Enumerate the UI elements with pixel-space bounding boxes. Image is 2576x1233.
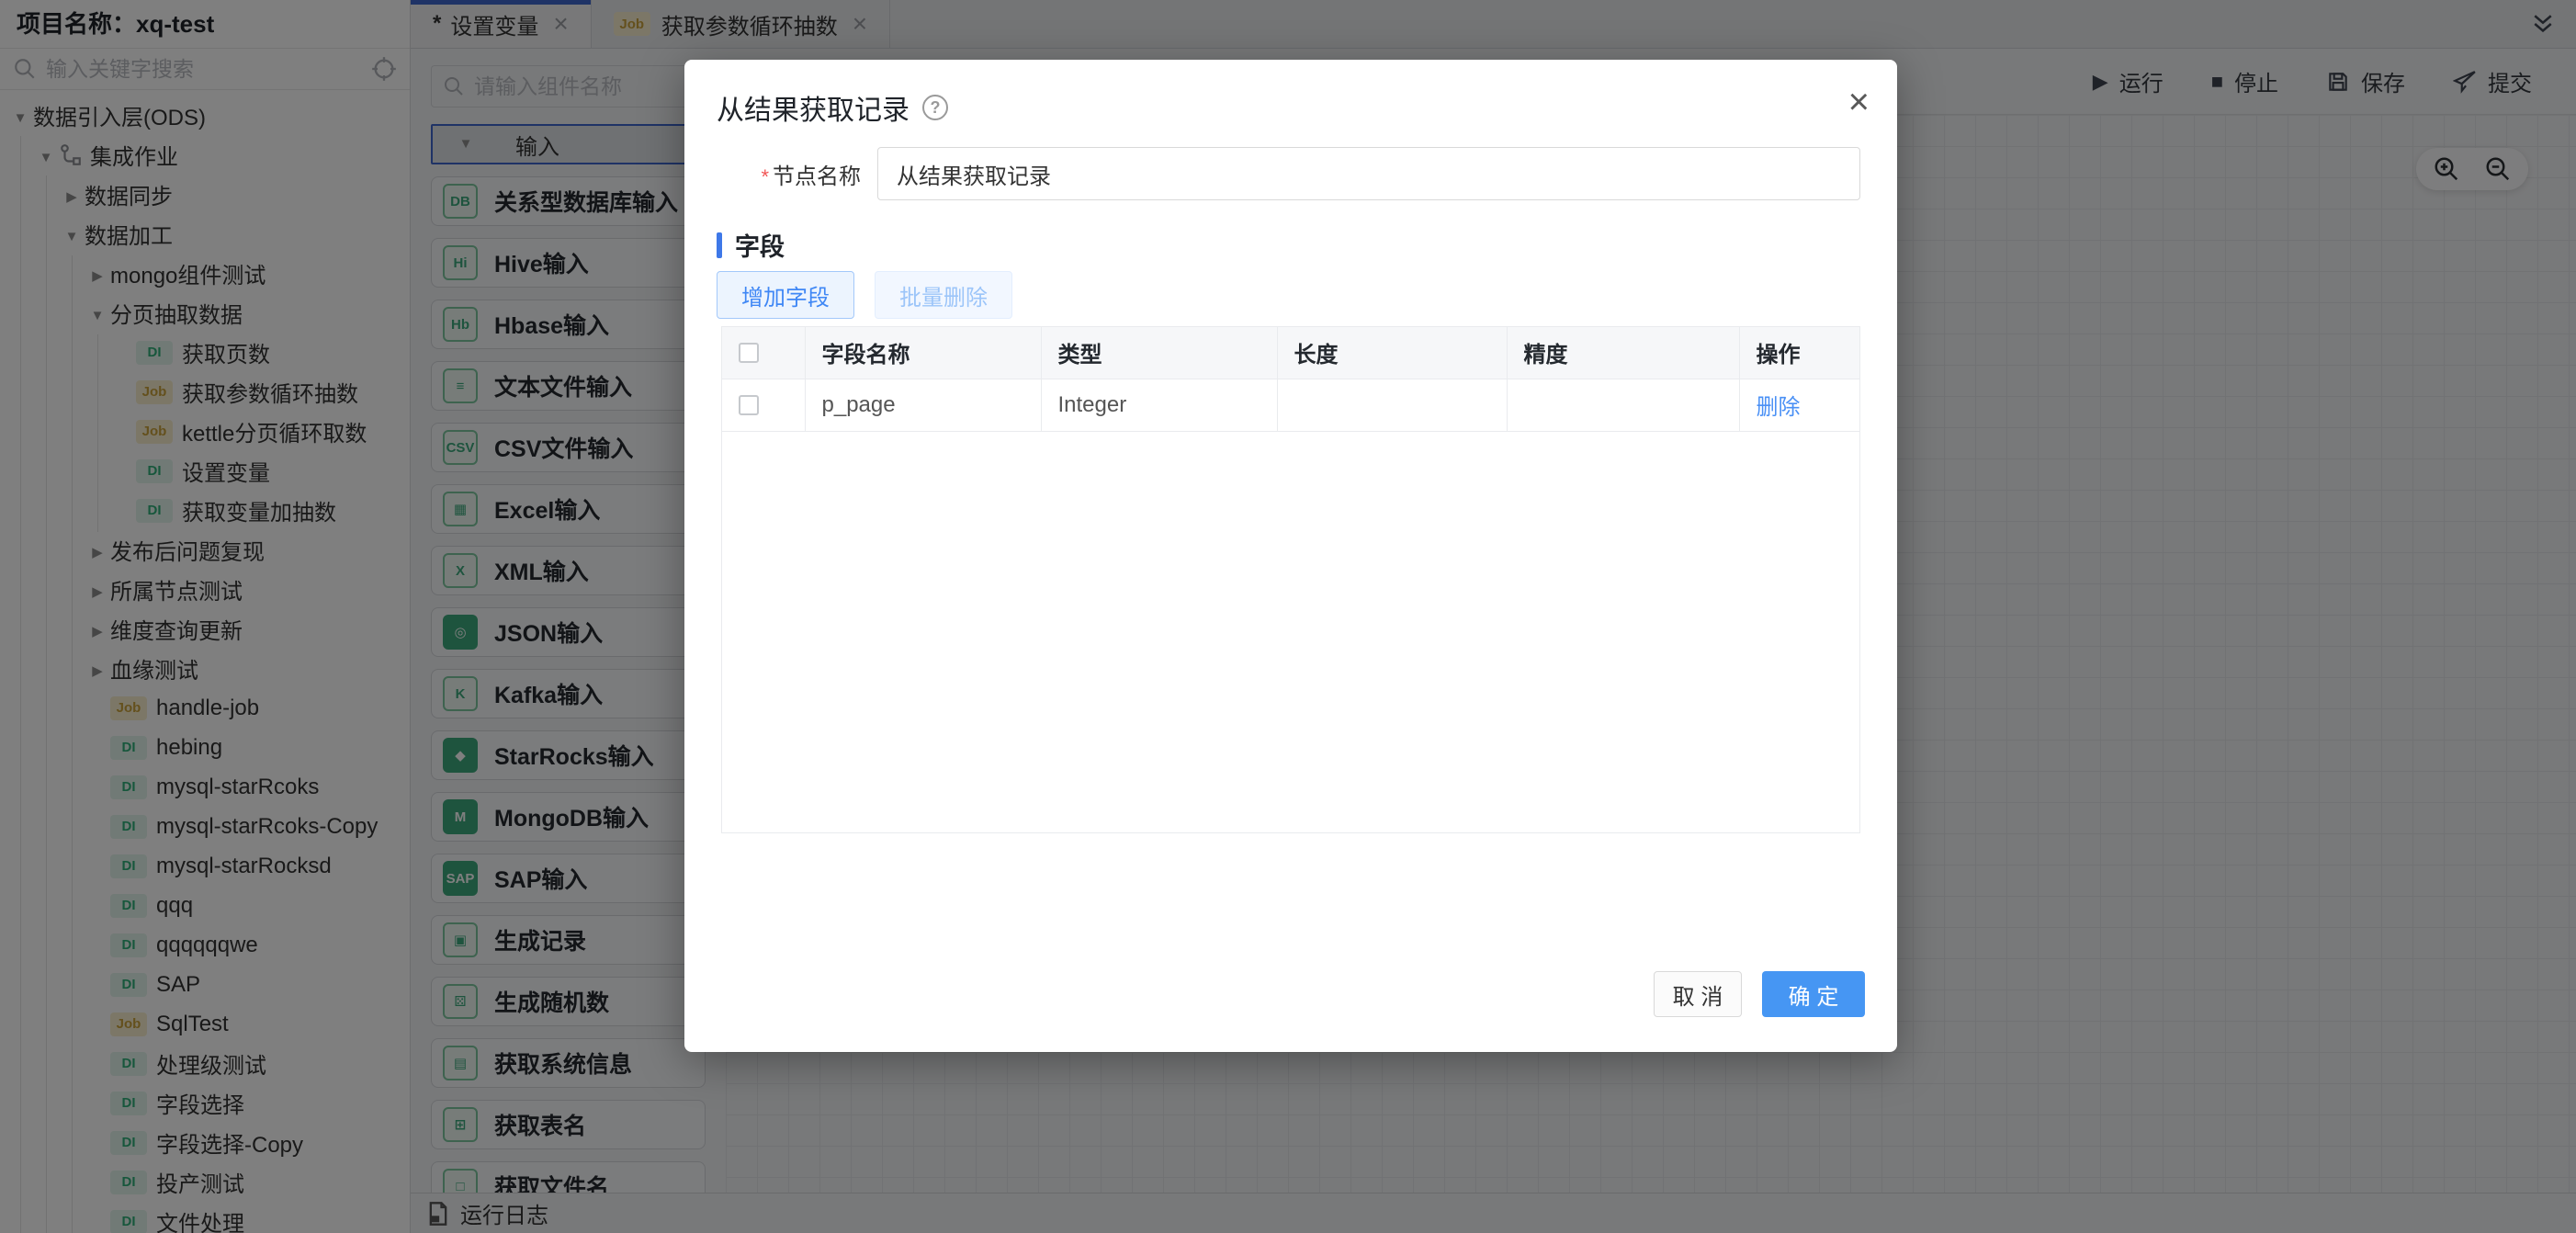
column-header-precision: 精度: [1507, 327, 1739, 379]
dialog-footer: 取 消 确 定: [1654, 971, 1865, 1017]
dialog-title-text: 从结果获取记录: [717, 87, 910, 128]
help-icon[interactable]: ?: [922, 95, 948, 120]
select-all-checkbox[interactable]: [739, 343, 759, 363]
fields-table: 字段名称 类型 长度 精度 操作 p_page Integer: [721, 326, 1860, 833]
node-name-label: *节点名称: [717, 158, 877, 190]
column-header-length: 长度: [1277, 327, 1507, 379]
cancel-button[interactable]: 取 消: [1654, 971, 1742, 1017]
ok-button[interactable]: 确 定: [1762, 971, 1865, 1017]
column-header-type: 类型: [1041, 327, 1277, 379]
add-field-button[interactable]: 增加字段: [717, 271, 854, 319]
fields-section-header: 字段: [717, 227, 785, 263]
batch-delete-button[interactable]: 批量删除: [875, 271, 1012, 319]
row-checkbox[interactable]: [739, 395, 759, 415]
required-marker: *: [761, 165, 769, 188]
field-name-cell: p_page: [805, 379, 1041, 431]
field-length-cell: [1277, 379, 1507, 431]
column-header-action: 操作: [1739, 327, 1859, 379]
column-header-name: 字段名称: [805, 327, 1041, 379]
dialog-title: 从结果获取记录 ?: [717, 87, 948, 128]
close-icon[interactable]: ×: [1848, 84, 1870, 120]
field-actions: 增加字段 批量删除: [717, 271, 1012, 319]
app-window: 项目名称：xq-test 数据引入层(ODS) 集成作业: [0, 0, 2576, 1233]
delete-row-link[interactable]: 删除: [1757, 395, 1801, 420]
section-accent-bar: [717, 232, 722, 258]
get-records-dialog: 从结果获取记录 ? × *节点名称 字段 增加字段 批量删除: [684, 60, 1897, 1052]
table-header-row: 字段名称 类型 长度 精度 操作: [722, 327, 1859, 379]
node-name-input[interactable]: [877, 147, 1860, 200]
field-type-cell: Integer: [1041, 379, 1277, 431]
field-precision-cell: [1507, 379, 1739, 431]
node-name-row: *节点名称: [717, 147, 1860, 200]
fields-section-label: 字段: [735, 227, 785, 263]
table-row: p_page Integer 删除: [722, 379, 1859, 431]
